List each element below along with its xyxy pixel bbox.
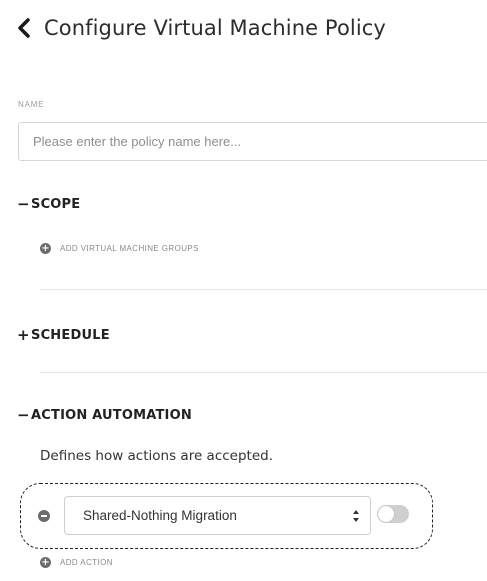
action-automation-section-title: ACTION AUTOMATION (31, 407, 192, 423)
page-header: Configure Virtual Machine Policy (14, 12, 386, 44)
chevron-left-icon[interactable] (14, 12, 34, 44)
schedule-section-toggle[interactable]: + SCHEDULE (17, 326, 110, 344)
add-vm-groups-label: ADD VIRTUAL MACHINE GROUPS (60, 244, 199, 253)
policy-name-input[interactable] (18, 122, 487, 161)
add-action-link[interactable]: + ADD ACTION (40, 557, 113, 568)
collapse-icon: − (17, 195, 30, 213)
plus-circle-icon: + (40, 243, 51, 254)
name-field-label: NAME (18, 100, 45, 109)
expand-icon: + (17, 326, 30, 344)
plus-circle-icon: + (40, 557, 51, 568)
policy-config-page: Configure Virtual Machine Policy NAME − … (0, 0, 487, 581)
section-divider (40, 289, 487, 290)
add-action-label: ADD ACTION (60, 558, 113, 567)
page-title: Configure Virtual Machine Policy (44, 16, 386, 40)
action-automation-description: Defines how actions are accepted. (40, 448, 273, 464)
add-virtual-machine-groups-link[interactable]: + ADD VIRTUAL MACHINE GROUPS (40, 243, 199, 254)
action-enabled-toggle[interactable] (377, 505, 409, 523)
schedule-section-title: SCHEDULE (31, 327, 110, 343)
scope-section-toggle[interactable]: − SCOPE (17, 195, 80, 213)
remove-action-icon[interactable] (38, 510, 50, 522)
action-automation-section-toggle[interactable]: − ACTION AUTOMATION (17, 406, 192, 424)
action-type-selected-value: Shared-Nothing Migration (83, 508, 237, 523)
scope-section-title: SCOPE (31, 196, 81, 212)
action-type-select[interactable]: Shared-Nothing Migration (64, 496, 371, 535)
select-arrows-icon (353, 510, 359, 522)
section-divider (40, 372, 487, 373)
toggle-knob (378, 506, 394, 522)
collapse-icon: − (17, 406, 30, 424)
